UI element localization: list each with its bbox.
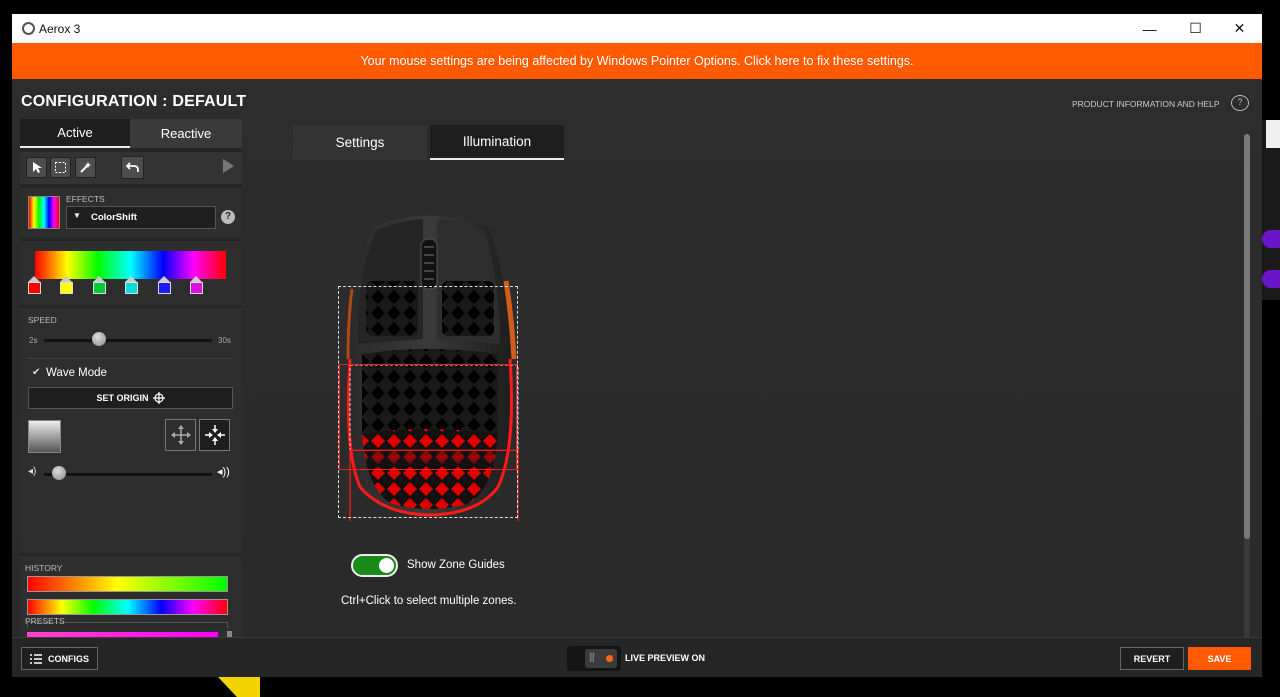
revert-button[interactable]: REVERT [1120,647,1184,670]
wave-width-slider-handle[interactable] [52,466,67,480]
effect-options-section: SPEED 2s 30s ✔ Wave Mode SET ORIGIN ◂) ◂… [20,308,242,553]
window-title: Aerox 3 [39,22,81,36]
wave-color-swatch[interactable] [28,420,61,453]
tab-illumination[interactable]: Illumination [430,125,564,160]
title-bar: Aerox 3 — ☐ ✕ [12,14,1262,43]
configuration-title: CONFIGURATION : DEFAULT [21,93,247,110]
main-scrollbar-thumb[interactable] [1244,134,1250,539]
effects-selected-value: ColorShift [91,212,137,223]
mode-tabs: Active Reactive [20,119,242,148]
configs-button[interactable]: CONFIGS [21,647,98,670]
show-zone-guides-toggle[interactable] [351,554,398,577]
history-label: HISTORY [25,563,63,573]
wave-mode-label: Wave Mode [46,367,107,379]
bottom-action-bar: CONFIGS ||| LIVE PREVIEW ON REVERT SAVE [12,637,1262,677]
gradient-stop-color [158,282,171,294]
wave-mode-checkbox[interactable]: ✔ [32,368,42,378]
live-preview-label: LIVE PREVIEW ON [625,653,706,663]
volume-high-icon: ◂)) [217,466,230,478]
minimize-button[interactable]: — [1127,14,1172,43]
main-content: CONFIGURATION : DEFAULT PRODUCT INFORMAT… [12,79,1262,677]
gradient-stop-color [93,282,106,294]
tab-settings[interactable]: Settings [293,125,427,160]
background-purple-shape [1262,230,1280,248]
contract-direction-icon[interactable] [199,419,230,451]
illumination-left-panel: Active Reactive EFFECTS ▼ ColorShift ? S… [20,119,242,634]
close-button[interactable]: ✕ [1217,14,1262,43]
tab-reactive[interactable]: Reactive [130,119,242,148]
list-icon [29,653,42,664]
desktop-background-right [1262,120,1280,300]
save-button[interactable]: SAVE [1188,647,1251,670]
gradient-stop-color [60,282,73,294]
screen: Aerox 3 — ☐ ✕ Your mouse settings are be… [0,0,1280,697]
grip-icon: ||| [589,652,595,663]
history-swatch[interactable] [27,576,228,592]
speed-slider-handle[interactable] [92,332,107,346]
live-preview-switch[interactable]: ||| [567,646,621,671]
background-window-edge [1266,120,1280,148]
gradient-stop-color [125,282,138,294]
speed-slider-track[interactable] [44,339,212,342]
speed-min-label: 2s [29,336,38,345]
effects-section: EFFECTS ▼ ColorShift ? [20,188,242,238]
speed-label: SPEED [28,315,57,325]
multi-select-hint: Ctrl+Click to select multiple zones. [341,595,517,607]
expand-direction-icon[interactable] [165,419,196,451]
help-chat-icon[interactable]: ? [1231,95,1249,111]
live-indicator-dot [606,655,613,662]
dropdown-arrow-icon: ▼ [73,211,81,220]
show-zone-guides-label: Show Zone Guides [407,559,505,571]
toggle-thumb [379,558,394,573]
app-window: Aerox 3 — ☐ ✕ Your mouse settings are be… [12,14,1262,677]
mouse-illumination-preview[interactable] [338,209,520,596]
history-swatch[interactable] [27,599,228,615]
gradient-stop[interactable] [125,276,138,294]
effect-color-swatch[interactable] [28,196,60,229]
selection-toolbar [20,152,242,184]
wave-width-slider-track[interactable] [44,473,212,476]
presets-label: PRESETS [25,616,65,626]
volume-low-icon: ◂) [28,466,37,477]
play-icon[interactable] [223,159,234,173]
app-icon [22,22,35,35]
divider [28,358,233,359]
configs-label: CONFIGS [47,653,89,664]
pointer-tool-icon[interactable] [26,157,47,178]
gradient-stop[interactable] [158,276,171,294]
gradient-stop[interactable] [60,276,73,294]
gradient-stop[interactable] [93,276,106,294]
effects-dropdown[interactable]: ▼ ColorShift [66,206,216,229]
gradient-stop-color [28,282,41,294]
gradient-preview-bar[interactable] [35,251,226,279]
gradient-stop[interactable] [190,276,203,294]
background-purple-shape [1262,270,1280,288]
main-scrollbar[interactable] [1244,134,1250,649]
product-info-help-link[interactable]: PRODUCT INFORMATION AND HELP [1072,99,1220,109]
set-origin-button[interactable]: SET ORIGIN [28,387,233,409]
desktop-background-shape [218,677,260,697]
gradient-stop[interactable] [28,276,41,294]
crosshair-icon [152,392,165,404]
presets-section-body: PRESETS [20,616,242,637]
effects-help-icon[interactable]: ? [221,210,235,224]
speed-max-label: 30s [218,336,231,345]
gradient-editor [20,241,242,305]
magic-wand-icon[interactable] [75,157,96,178]
tab-active[interactable]: Active [20,119,130,148]
effects-label: EFFECTS [66,194,105,204]
maximize-button[interactable]: ☐ [1173,14,1218,43]
set-origin-label: SET ORIGIN [96,393,149,403]
pointer-options-warning-banner[interactable]: Your mouse settings are being affected b… [12,43,1262,79]
gradient-stop-color [190,282,203,294]
undo-icon[interactable] [121,156,144,179]
marquee-select-icon[interactable] [50,157,71,178]
